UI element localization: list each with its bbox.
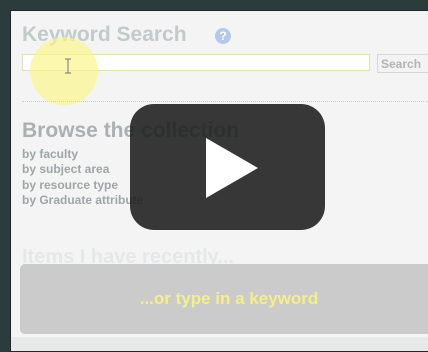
browse-list: by faculty by subject area by resource t… — [22, 147, 143, 208]
bottom-strip — [11, 337, 428, 351]
browse-link-faculty[interactable]: by faculty — [22, 147, 143, 162]
play-icon — [206, 138, 258, 198]
browse-link-subject-area[interactable]: by subject area — [22, 162, 143, 177]
browse-link-graduate-attribute[interactable]: by Graduate attribute — [22, 193, 143, 208]
search-button[interactable]: Search — [377, 54, 428, 73]
help-icon[interactable]: ? — [215, 28, 231, 44]
text-cursor-icon — [65, 58, 71, 74]
browse-link-resource-type[interactable]: by resource type — [22, 178, 143, 193]
video-play-button[interactable] — [130, 104, 325, 230]
keyword-caption-banner: ...or type in a keyword — [20, 264, 428, 334]
section-divider — [22, 101, 428, 102]
